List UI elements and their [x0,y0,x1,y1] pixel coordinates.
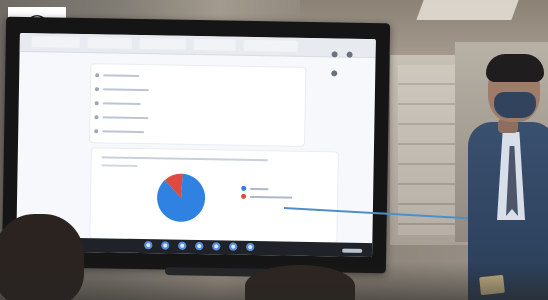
face-mask [494,92,536,118]
list-item-line [102,88,149,92]
list-bullet [94,129,99,134]
app-icon[interactable] [195,242,204,251]
legend-row [241,185,311,192]
list-bullet [94,101,99,106]
browser-tab[interactable] [139,38,186,50]
app-icon[interactable] [229,242,238,251]
list-bullet [94,87,99,92]
close-icon[interactable] [331,70,338,77]
list-bullet [95,73,100,78]
response-list-card [90,64,306,146]
presenter-hair [486,54,544,82]
summary-meta-line [101,164,138,167]
legend-row [241,193,311,200]
taskbar-dock [144,241,255,253]
app-icon[interactable] [144,241,153,250]
foreground-shadow [0,262,548,300]
legend-swatch [241,193,247,199]
app-icon[interactable] [246,242,255,252]
list-item-line [102,102,141,106]
results-summary-card [90,148,338,243]
ceiling-light [416,0,519,20]
legend-label-line [250,187,269,190]
summary-question-line [101,156,268,162]
minimize-icon[interactable] [331,51,338,58]
app-icon[interactable] [178,241,187,250]
browser-tab[interactable] [243,39,298,52]
list-item-line [102,130,145,134]
list-item-line [103,74,140,77]
list-item-line [102,116,149,120]
legend-swatch [241,185,247,191]
legend-label-line [250,195,293,199]
browser-tab[interactable] [31,36,80,48]
classroom-scene: ① [0,0,548,300]
browser-toolbar [19,32,376,77]
browser-tab[interactable] [193,38,236,51]
browser-tab[interactable] [87,37,132,49]
pie-legend [241,185,311,207]
app-icon[interactable] [212,242,221,251]
system-tray [342,248,363,253]
app-icon[interactable] [161,241,170,250]
summary-pie-chart [155,171,208,224]
pie-chart-svg [157,173,206,222]
maximize-icon[interactable] [346,51,353,58]
browser-controls [328,42,368,77]
list-bullet [94,115,99,120]
